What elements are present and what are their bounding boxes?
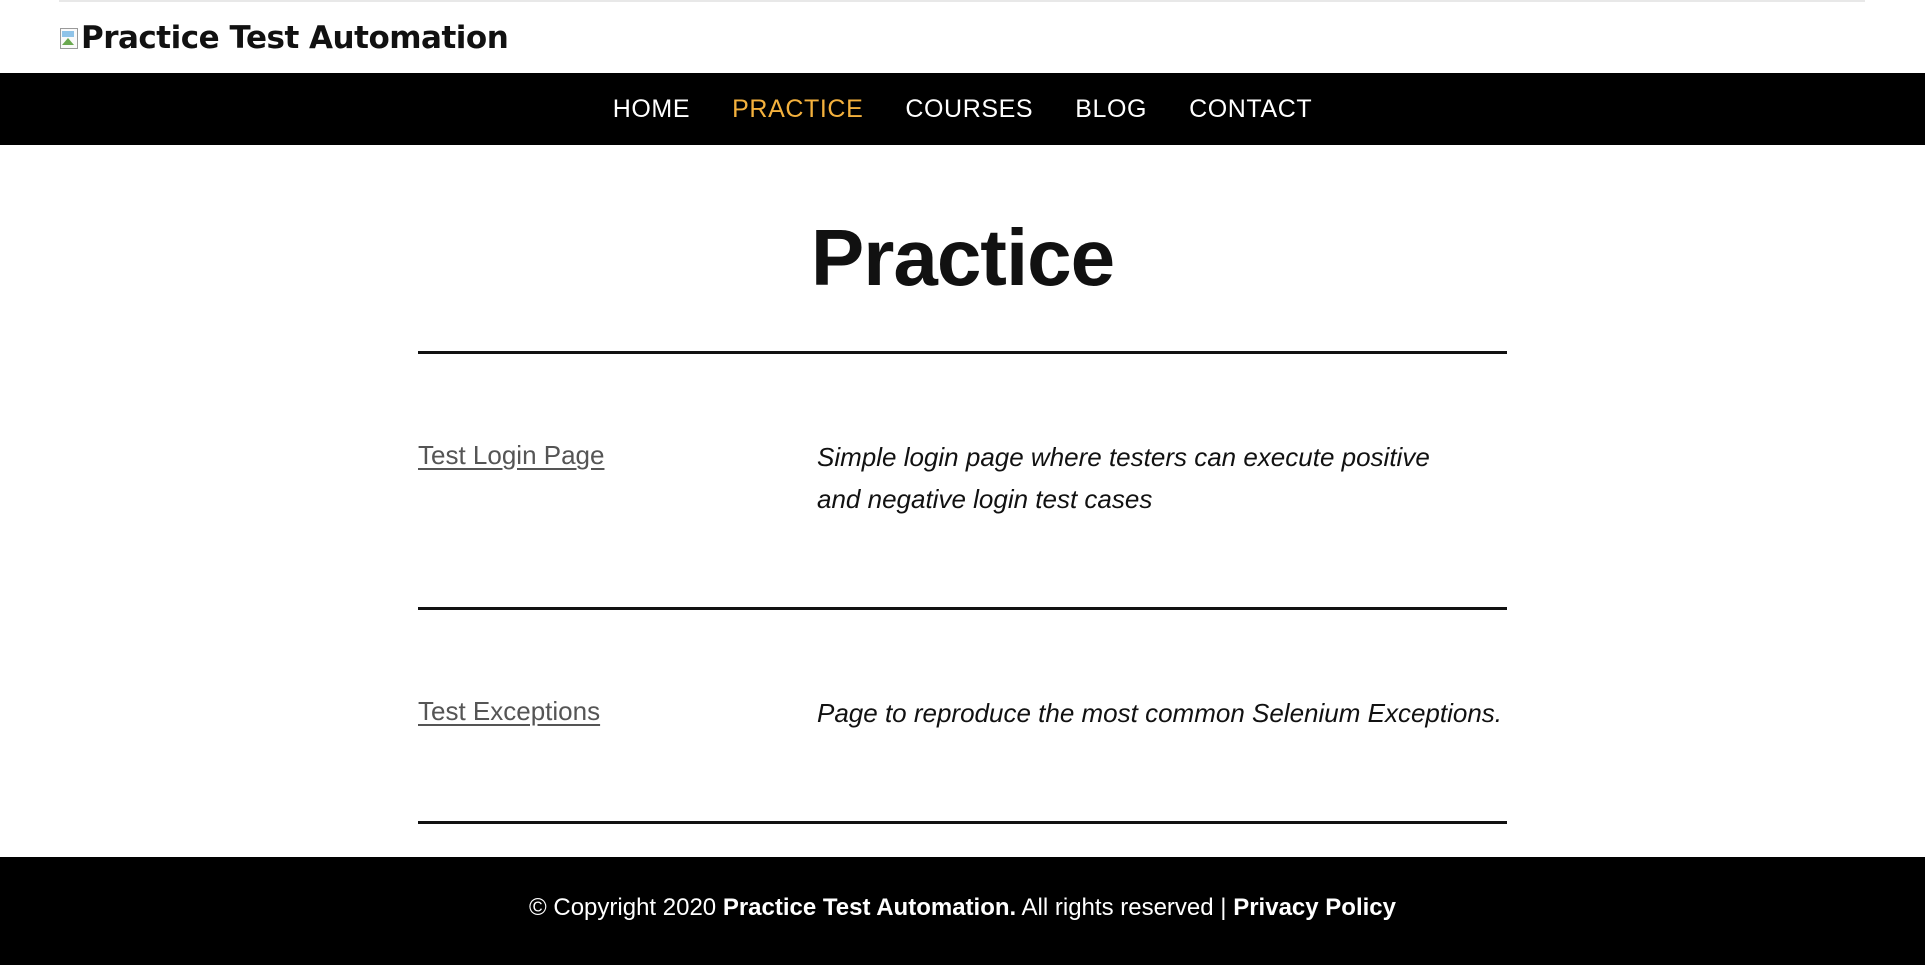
footer-copyright: © Copyright 2020 Practice Test Automatio… <box>529 894 1396 922</box>
nav-item-courses[interactable]: COURSES <box>905 95 1033 124</box>
section-divider <box>418 607 1507 610</box>
nav-menu: HOME PRACTICE COURSES BLOG CONTACT <box>0 73 1925 145</box>
site-logo[interactable]: Practice Test Automation <box>59 18 509 58</box>
copyright-prefix: © Copyright 2020 <box>529 894 717 921</box>
test-exceptions-description: Page to reproduce the most common Seleni… <box>817 698 1503 728</box>
broken-image-icon <box>59 27 79 49</box>
page-title: Practice <box>810 213 1115 302</box>
nav-item-blog[interactable]: BLOG <box>1075 95 1147 124</box>
footer-site-name: Practice Test Automation. <box>722 894 1017 921</box>
header-top-border <box>59 0 1865 2</box>
nav-item-practice[interactable]: PRACTICE <box>732 95 863 124</box>
main-navigation: HOME PRACTICE COURSES BLOG CONTACT <box>0 73 1925 145</box>
test-exceptions-link[interactable]: Test Exceptions <box>418 696 600 727</box>
test-login-page-description: Simple login page where testers can exec… <box>817 442 1430 514</box>
site-footer: © Copyright 2020 Practice Test Automatio… <box>0 857 1925 965</box>
nav-item-home[interactable]: HOME <box>613 95 690 124</box>
section-divider <box>418 821 1507 824</box>
nav-item-contact[interactable]: CONTACT <box>1189 95 1312 124</box>
footer-rights-text: All rights reserved | <box>1021 894 1227 921</box>
privacy-policy-link[interactable]: Privacy Policy <box>1233 894 1396 921</box>
section-divider <box>418 351 1507 354</box>
test-login-page-link[interactable]: Test Login Page <box>418 440 604 471</box>
site-logo-alt-text[interactable]: Practice Test Automation <box>81 20 509 56</box>
